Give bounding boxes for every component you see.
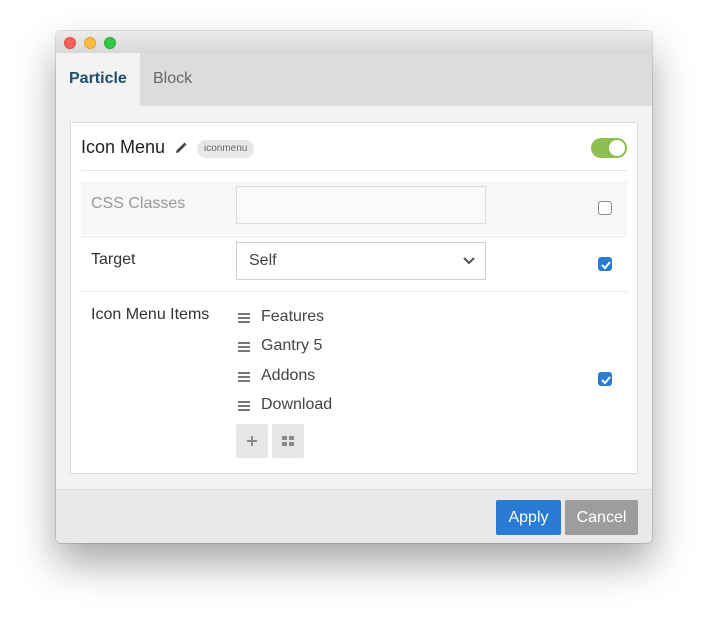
enabled-toggle[interactable]: [591, 138, 627, 158]
checkbox-checked-icon: [601, 261, 611, 270]
tab-block[interactable]: Block: [140, 53, 210, 106]
target-override-checkbox[interactable]: [598, 257, 612, 271]
css-classes-input[interactable]: [236, 186, 486, 224]
cancel-button[interactable]: Cancel: [565, 500, 638, 535]
panel-title: Icon Menu: [81, 137, 166, 157]
apply-button[interactable]: Apply: [496, 500, 561, 535]
list-item-label: Download: [261, 396, 333, 413]
maximize-window-button[interactable]: [104, 37, 116, 49]
particle-type-badge: iconmenu: [197, 140, 255, 158]
list-item-label: Gantry 5: [261, 337, 323, 354]
tab-bar: Particle Block: [56, 53, 652, 106]
target-select-value: Self: [249, 252, 277, 269]
close-window-button[interactable]: [64, 37, 76, 49]
plus-icon: [247, 436, 257, 446]
grid-icon: [282, 436, 294, 446]
icon-menu-items-label: Icon Menu Items: [91, 306, 210, 323]
css-classes-override-checkbox[interactable]: [598, 201, 612, 215]
icon-menu-items-row: Icon Menu Items Features Gantry 5 Addons: [81, 291, 627, 471]
toggle-knob: [609, 140, 625, 156]
menu-items-override-checkbox[interactable]: [598, 372, 612, 386]
tab-particle[interactable]: Particle: [56, 53, 140, 106]
target-select[interactable]: Self: [236, 242, 486, 280]
modal-footer: Apply Cancel: [56, 489, 652, 543]
css-classes-row: CSS Classes: [81, 181, 627, 235]
drag-handle-icon[interactable]: [238, 313, 250, 323]
drag-handle-icon[interactable]: [238, 342, 250, 352]
css-classes-label: CSS Classes: [91, 195, 186, 212]
list-item-label: Features: [261, 308, 325, 325]
particle-panel: Icon Menu iconmenu CSS Classes Target Se…: [70, 122, 638, 474]
divider: [81, 170, 627, 171]
pencil-icon[interactable]: [175, 142, 187, 154]
target-row: Target Self: [81, 236, 627, 291]
bulk-edit-button[interactable]: [272, 424, 304, 458]
drag-handle-icon[interactable]: [238, 401, 250, 411]
checkbox-checked-icon: [601, 376, 611, 385]
add-item-button[interactable]: [236, 424, 268, 458]
modal-window: Particle Block Icon Menu iconmenu CSS Cl…: [56, 31, 652, 543]
list-item-label: Addons: [261, 367, 316, 384]
target-label: Target: [91, 251, 136, 268]
chevron-down-icon: [463, 257, 475, 265]
minimize-window-button[interactable]: [84, 37, 96, 49]
drag-handle-icon[interactable]: [238, 372, 250, 382]
title-bar: [56, 31, 652, 53]
